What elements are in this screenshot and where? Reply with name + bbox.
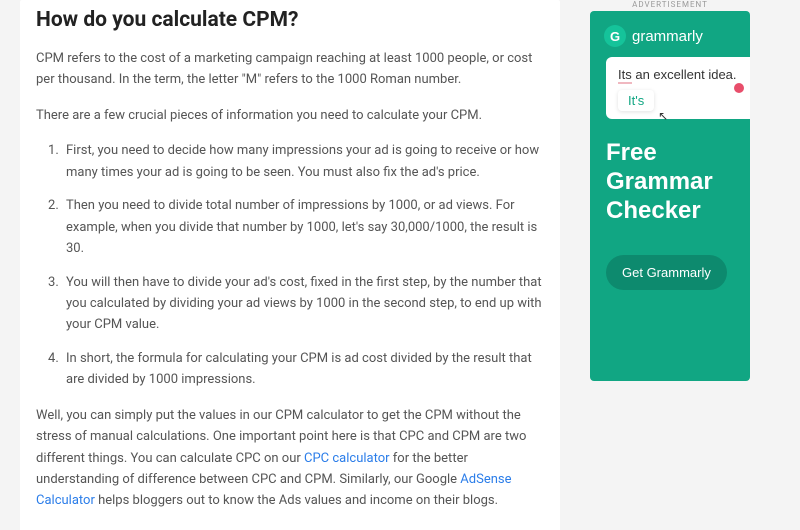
ad-grammarly[interactable]: G grammarly Its an excellent idea. It's … <box>590 11 750 381</box>
error-dot-icon <box>734 83 744 93</box>
cursor-icon: ↖ <box>658 109 668 123</box>
article-paragraph: Well, you can simply put the values in o… <box>36 405 544 512</box>
list-item: Then you need to divide total number of … <box>62 195 544 259</box>
article-paragraph: There are a few crucial pieces of inform… <box>36 105 544 126</box>
ad-sample-text: Its an excellent idea. It's ↖ <box>606 57 750 119</box>
cpc-calculator-link[interactable]: CPC calculator <box>304 451 390 466</box>
ad-headline: Free Grammar Checker <box>590 129 750 225</box>
ad-brand-name: grammarly <box>632 28 703 45</box>
article-paragraph: CPM refers to the cost of a marketing ca… <box>36 48 544 91</box>
ad-correction-tooltip: It's ↖ <box>618 90 654 111</box>
grammarly-logo-icon: G <box>604 25 626 47</box>
article-steps-list: First, you need to decide how many impre… <box>36 140 544 390</box>
article-body: How do you calculate CPM? CPM refers to … <box>20 0 560 530</box>
list-item: In short, the formula for calculating yo… <box>62 348 544 391</box>
ad-cta-button[interactable]: Get Grammarly <box>606 255 727 290</box>
list-item: You will then have to divide your ad's c… <box>62 272 544 336</box>
article-heading: How do you calculate CPM? <box>36 0 544 32</box>
ad-label: ADVERTISEMENT <box>590 0 750 9</box>
list-item: First, you need to decide how many impre… <box>62 140 544 183</box>
article-paragraph: Are you working with Paypal for online t… <box>36 526 544 530</box>
